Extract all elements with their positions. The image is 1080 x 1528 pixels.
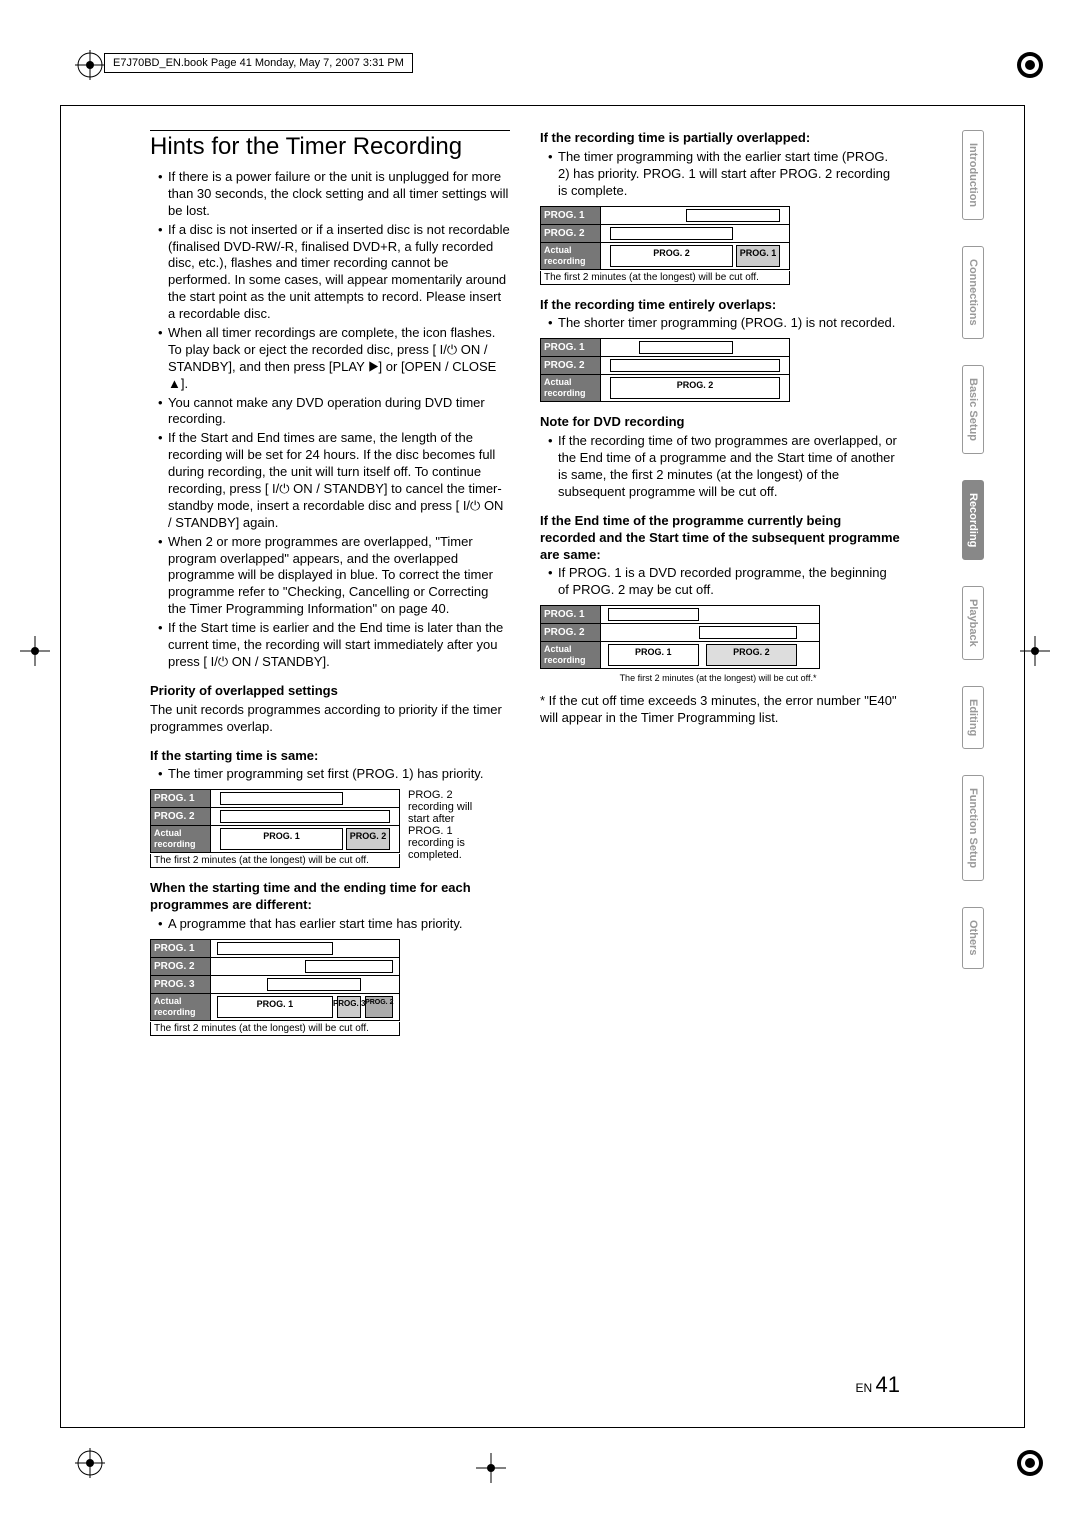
diagram-caption: The first 2 minutes (at the longest) wil… bbox=[150, 1022, 400, 1036]
diagram-end-start-same: PROG. 1 PROG. 2 Actual recording PROG. 1… bbox=[540, 605, 900, 687]
list-item: If a disc is not inserted or if a insert… bbox=[158, 222, 510, 323]
diagram-caption: The first 2 minutes (at the longest) wil… bbox=[540, 271, 790, 285]
diagram-partial-overlap: PROG. 1 PROG. 2 Actual recording PROG. 2… bbox=[540, 206, 900, 285]
list-item: The timer programming with the earlier s… bbox=[548, 149, 900, 200]
registration-mark bbox=[1015, 1448, 1045, 1478]
row-label: PROG. 2 bbox=[541, 624, 601, 642]
subheading: If the End time of the programme current… bbox=[540, 513, 900, 564]
crop-mark bbox=[476, 1453, 506, 1483]
row-label: PROG. 1 bbox=[151, 939, 211, 957]
row-label: PROG. 2 bbox=[541, 224, 601, 242]
list-item: If the recording time of two programmes … bbox=[548, 433, 900, 501]
crop-mark bbox=[20, 636, 50, 666]
list-item: When all timer recordings are complete, … bbox=[158, 325, 510, 393]
page-number: EN 41 bbox=[856, 1372, 901, 1398]
row-label: Actual recording bbox=[541, 242, 601, 269]
right-column: If the recording time is partially overl… bbox=[540, 130, 900, 1408]
section-title: Hints for the Timer Recording bbox=[150, 130, 510, 161]
tab-recording[interactable]: Recording bbox=[962, 480, 984, 560]
tab-connections[interactable]: Connections bbox=[962, 246, 984, 339]
subheading: If the recording time entirely overlaps: bbox=[540, 297, 900, 314]
diagram-caption: The first 2 minutes (at the longest) wil… bbox=[150, 854, 400, 868]
row-label: PROG. 2 bbox=[151, 808, 211, 826]
diagram-entire-overlap: PROG. 1 PROG. 2 Actual recording PROG. 2 bbox=[540, 338, 900, 402]
row-label: PROG. 1 bbox=[541, 206, 601, 224]
subheading: Priority of overlapped settings bbox=[150, 683, 510, 700]
row-label: PROG. 1 bbox=[541, 606, 601, 624]
list-item: When 2 or more programmes are overlapped… bbox=[158, 534, 510, 618]
registration-mark bbox=[75, 1448, 105, 1478]
row-label: PROG. 2 bbox=[151, 957, 211, 975]
doc-header-tag: E7J70BD_EN.book Page 41 Monday, May 7, 2… bbox=[104, 53, 413, 73]
subheading: Note for DVD recording bbox=[540, 414, 900, 431]
list-item: You cannot make any DVD operation during… bbox=[158, 395, 510, 429]
diagram-same-start: PROG. 1 PROG. 2 Actual recording PROG. 1… bbox=[150, 789, 510, 868]
subheading: When the starting time and the ending ti… bbox=[150, 880, 510, 914]
diagram-diff-start-end: PROG. 1 PROG. 2 PROG. 3 Actual recording… bbox=[150, 939, 510, 1036]
tab-basic-setup[interactable]: Basic Setup bbox=[962, 365, 984, 454]
section-tabs: Introduction Connections Basic Setup Rec… bbox=[962, 130, 984, 969]
footnote: * If the cut off time exceeds 3 minutes,… bbox=[540, 693, 900, 727]
row-label: PROG. 3 bbox=[151, 975, 211, 993]
row-label: Actual recording bbox=[151, 993, 211, 1020]
diagram-sidenote: PROG. 2 recording will start after PROG.… bbox=[408, 789, 478, 861]
list-item: If there is a power failure or the unit … bbox=[158, 169, 510, 220]
subheading: If the starting time is same: bbox=[150, 748, 510, 765]
subheading: If the recording time is partially overl… bbox=[540, 130, 900, 147]
row-label: Actual recording bbox=[151, 826, 211, 853]
diagram-note: The first 2 minutes (at the longest) wil… bbox=[620, 673, 817, 683]
row-label: PROG. 2 bbox=[541, 357, 601, 375]
hints-list: If there is a power failure or the unit … bbox=[150, 169, 510, 671]
list-item: If the Start and End times are same, the… bbox=[158, 430, 510, 531]
list-item: The shorter timer programming (PROG. 1) … bbox=[548, 315, 900, 332]
list-item: If the Start time is earlier and the End… bbox=[158, 620, 510, 671]
list-item: The timer programming set first (PROG. 1… bbox=[158, 766, 510, 783]
list-item: A programme that has earlier start time … bbox=[158, 916, 510, 933]
tab-function-setup[interactable]: Function Setup bbox=[962, 775, 984, 881]
tab-editing[interactable]: Editing bbox=[962, 686, 984, 749]
row-label: Actual recording bbox=[541, 642, 601, 669]
row-label: Actual recording bbox=[541, 375, 601, 402]
row-label: PROG. 1 bbox=[541, 339, 601, 357]
tab-introduction[interactable]: Introduction bbox=[962, 130, 984, 220]
tab-others[interactable]: Others bbox=[962, 907, 984, 968]
row-label: PROG. 1 bbox=[151, 790, 211, 808]
list-item: If PROG. 1 is a DVD recorded programme, … bbox=[548, 565, 900, 599]
body-text: The unit records programmes according to… bbox=[150, 702, 510, 736]
tab-playback[interactable]: Playback bbox=[962, 586, 984, 660]
registration-mark bbox=[1015, 50, 1045, 80]
registration-mark bbox=[75, 50, 105, 80]
left-column: Hints for the Timer Recording If there i… bbox=[150, 130, 510, 1408]
